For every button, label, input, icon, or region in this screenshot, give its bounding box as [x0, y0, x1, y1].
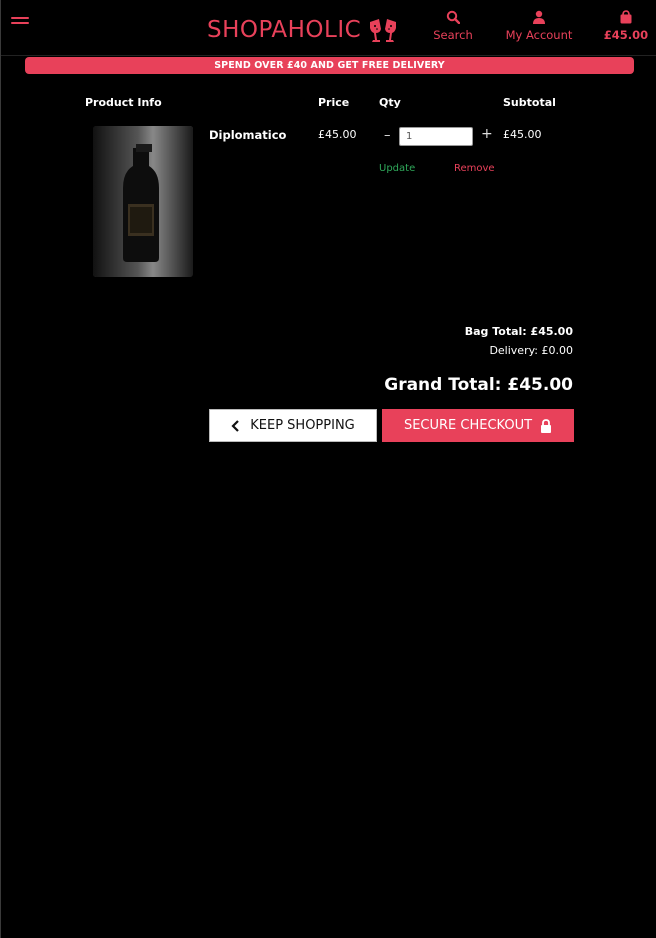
keep-shopping-label: KEEP SHOPPING [250, 418, 355, 433]
quantity-input[interactable] [399, 127, 473, 146]
update-link[interactable]: Update [379, 163, 415, 174]
cart-total: £45.00 [603, 28, 649, 42]
lock-icon [541, 418, 552, 433]
column-header-product-info: Product Info [85, 96, 162, 109]
champagne-glasses-icon [370, 19, 397, 42]
bag-icon [620, 10, 632, 24]
keep-shopping-button[interactable]: KEEP SHOPPING [209, 409, 377, 442]
grand-total: Grand Total: £45.00 [384, 375, 573, 395]
remove-link[interactable]: Remove [454, 163, 495, 174]
chevron-left-icon [231, 419, 240, 432]
column-header-qty: Qty [379, 96, 401, 109]
search-icon [446, 10, 460, 24]
site-header: SHOPAHOLIC Search My Account £45.00 [1, 0, 656, 56]
secure-checkout-button[interactable]: SECURE CHECKOUT [382, 409, 574, 442]
account-label: My Account [505, 28, 573, 42]
promo-banner[interactable]: SPEND OVER £40 AND GET FREE DELIVERY [25, 57, 634, 74]
user-icon [533, 10, 545, 24]
secure-checkout-label: SECURE CHECKOUT [403, 418, 533, 433]
cart-button[interactable]: £45.00 [601, 10, 651, 42]
search-button[interactable]: Search [429, 10, 477, 42]
delivery-cost: Delivery: £0.00 [489, 344, 573, 357]
bag-total: Bag Total: £45.00 [464, 325, 573, 338]
decrease-qty-button[interactable]: – [384, 128, 394, 143]
logo[interactable]: SHOPAHOLIC [207, 16, 399, 44]
menu-icon[interactable] [11, 17, 29, 27]
product-image[interactable] [93, 126, 193, 277]
column-header-subtotal: Subtotal [503, 96, 556, 109]
search-label: Search [433, 28, 473, 42]
logo-text: SHOPAHOLIC [207, 17, 362, 43]
column-header-price: Price [318, 96, 350, 109]
account-button[interactable]: My Account [501, 10, 577, 42]
header-divider [1, 55, 656, 56]
product-subtotal: £45.00 [503, 128, 542, 141]
increase-qty-button[interactable]: + [481, 126, 493, 142]
product-price: £45.00 [318, 128, 357, 141]
product-name[interactable]: Diplomatico [209, 128, 286, 142]
